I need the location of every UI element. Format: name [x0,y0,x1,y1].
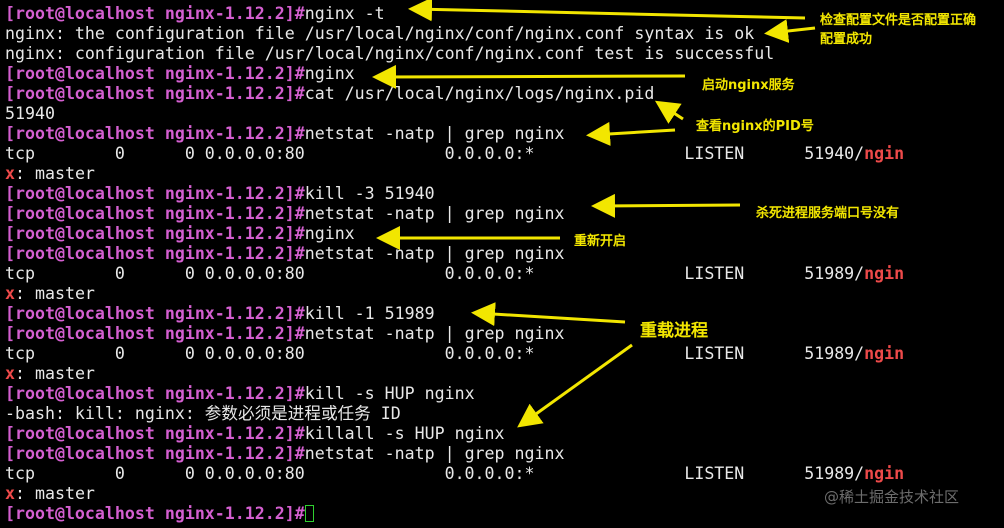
annotation-config-success: 配置成功 [820,32,873,47]
annotation-check-config: 检查配置文件是否配置正确 [820,13,977,28]
annotation-arrows [372,0,816,428]
arrow-icon [654,100,684,124]
arrow-icon [586,121,676,146]
arrow-icon [517,343,633,428]
annotation-kill: 杀死进程服务端口号没有 [756,206,900,221]
arrow-icon [408,0,806,22]
annotation-restart: 重新开启 [574,234,627,249]
arrow-icon [372,64,686,89]
watermark: @稀土掘金技术社区 [824,488,960,506]
arrow-icon [591,193,741,218]
annotation-reload: 重载进程 [640,321,708,341]
arrow-icon [764,19,816,43]
arrow-icon [471,302,626,327]
annotation-pid: 查看nginx的PID号 [696,119,814,134]
annotation-start: 启动nginx服务 [702,78,795,93]
